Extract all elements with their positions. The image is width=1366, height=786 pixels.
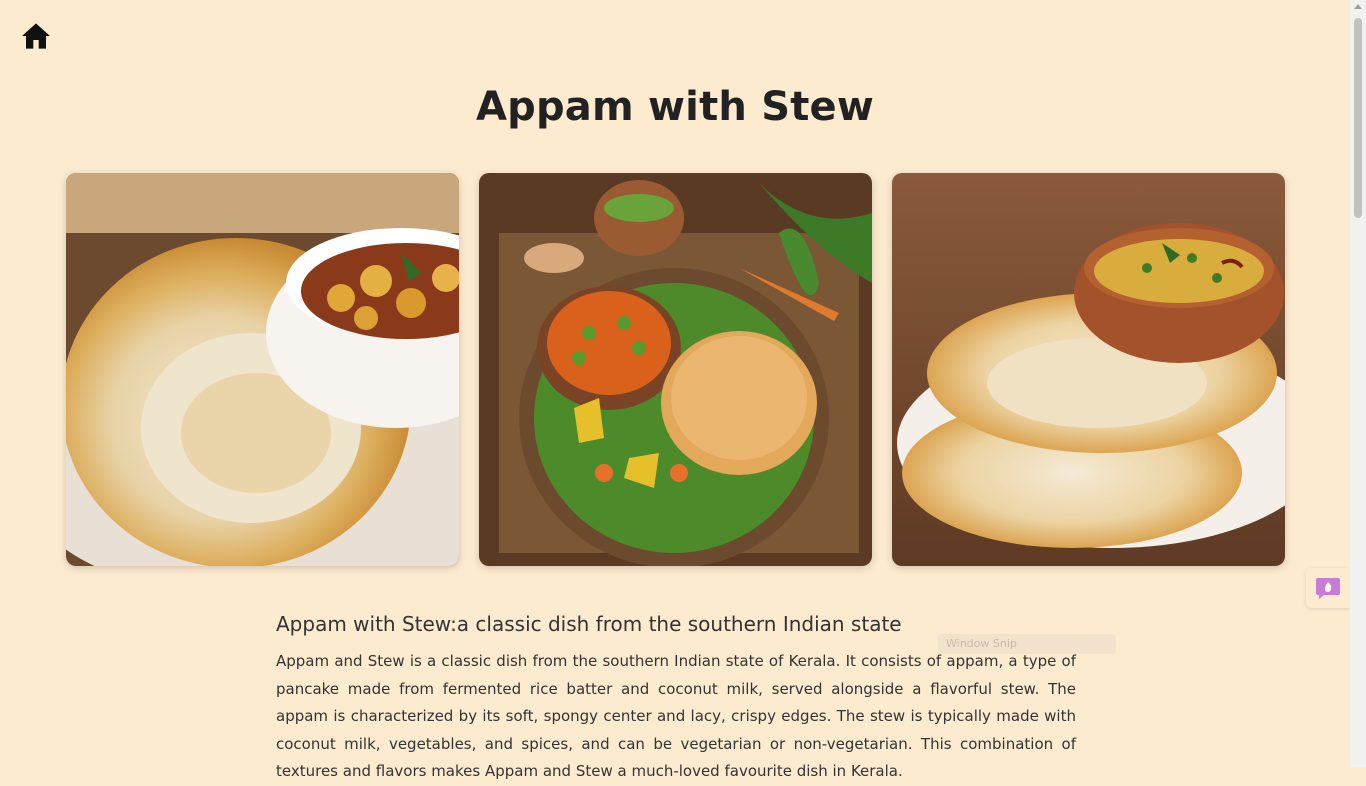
- vertical-scrollbar[interactable]: [1350, 0, 1366, 767]
- gallery-image-3[interactable]: [892, 173, 1285, 566]
- chat-bubble-icon: [1316, 578, 1340, 599]
- appam-stew-photo-2: [479, 173, 872, 566]
- appam-stew-photo-1: [66, 173, 459, 566]
- chat-widget-button[interactable]: [1306, 568, 1350, 608]
- article-heading: Appam with Stew:a classic dish from the …: [276, 612, 902, 636]
- home-button[interactable]: [20, 20, 52, 52]
- scrollbar-thumb[interactable]: [1354, 18, 1362, 218]
- gallery-image-2[interactable]: [479, 173, 872, 566]
- scroll-up-icon[interactable]: [1354, 4, 1362, 9]
- page-title: Appam with Stew: [475, 84, 875, 130]
- snip-overlay: Window Snip: [938, 634, 1116, 654]
- home-icon: [22, 23, 50, 49]
- article-body: Appam and Stew is a classic dish from th…: [276, 652, 1076, 780]
- gallery-image-1[interactable]: [66, 173, 459, 566]
- image-gallery: [66, 173, 1285, 566]
- appam-stew-photo-3: [892, 173, 1285, 566]
